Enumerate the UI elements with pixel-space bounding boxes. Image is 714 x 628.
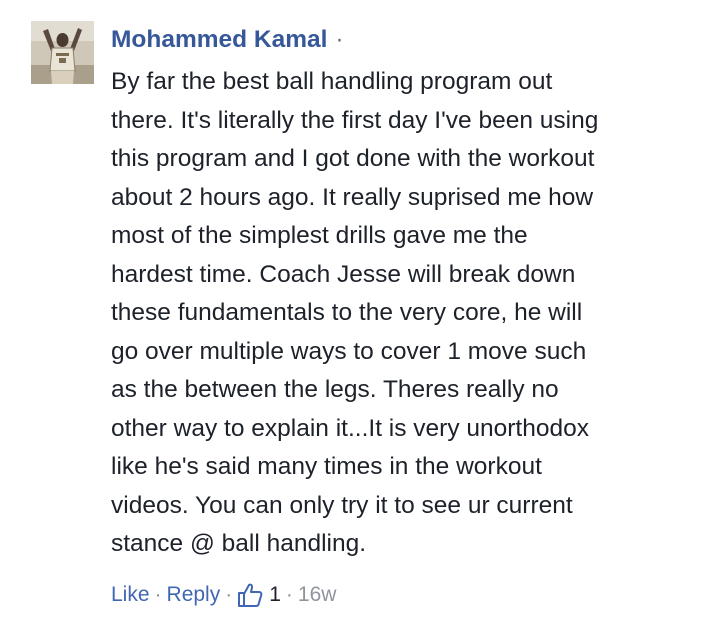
comment-line: go over multiple ways to cover 1 move su… (111, 337, 587, 365)
timestamp[interactable]: 16w (298, 579, 337, 611)
comment-actions: Like · Reply · 1 · 16w (111, 579, 336, 611)
comment-line: as the between the legs. Theres really n… (111, 376, 559, 403)
comment-line: these fundamentals to the very core, he … (111, 299, 583, 326)
like-count[interactable]: 1 (269, 579, 281, 611)
author-name-link[interactable]: Mohammed Kamal (111, 26, 327, 53)
header-separator: · (335, 26, 344, 53)
avatar[interactable] (31, 21, 94, 84)
comment: Mohammed Kamal · By far the best ball han… (0, 0, 714, 628)
action-separator: · (225, 583, 233, 606)
reply-button[interactable]: Reply (167, 579, 221, 611)
action-separator: · (154, 583, 162, 606)
comment-line: about 2 hours ago. It really suprised me… (111, 183, 594, 211)
comment-line: there. It's literally the first day I've… (111, 106, 599, 134)
comment-line: By far the best ball handling program ou… (111, 68, 553, 95)
comment-header: Mohammed Kamal · (111, 21, 701, 63)
action-separator: · (285, 583, 293, 606)
comment-text: By far the best ball handling program ou… (111, 63, 701, 564)
comment-line: stance @ ball handling. (111, 530, 367, 557)
comment-line: other way to explain it...It is very uno… (111, 414, 589, 442)
comment-line: hardest time. Coach Jesse will break dow… (111, 260, 576, 288)
comment-line: most of the simplest drills gave me the (111, 222, 528, 249)
thumbs-up-icon[interactable] (237, 582, 263, 608)
comment-line: videos. You can only try it to see ur cu… (111, 491, 573, 519)
comment-line: like he's said many times in the workout (111, 453, 542, 480)
comment-line: this program and I got done with the wor… (111, 145, 595, 172)
user-avatar-icon (31, 21, 94, 84)
comment-body: Mohammed Kamal · By far the best ball han… (111, 21, 701, 564)
like-button[interactable]: Like (111, 579, 150, 611)
